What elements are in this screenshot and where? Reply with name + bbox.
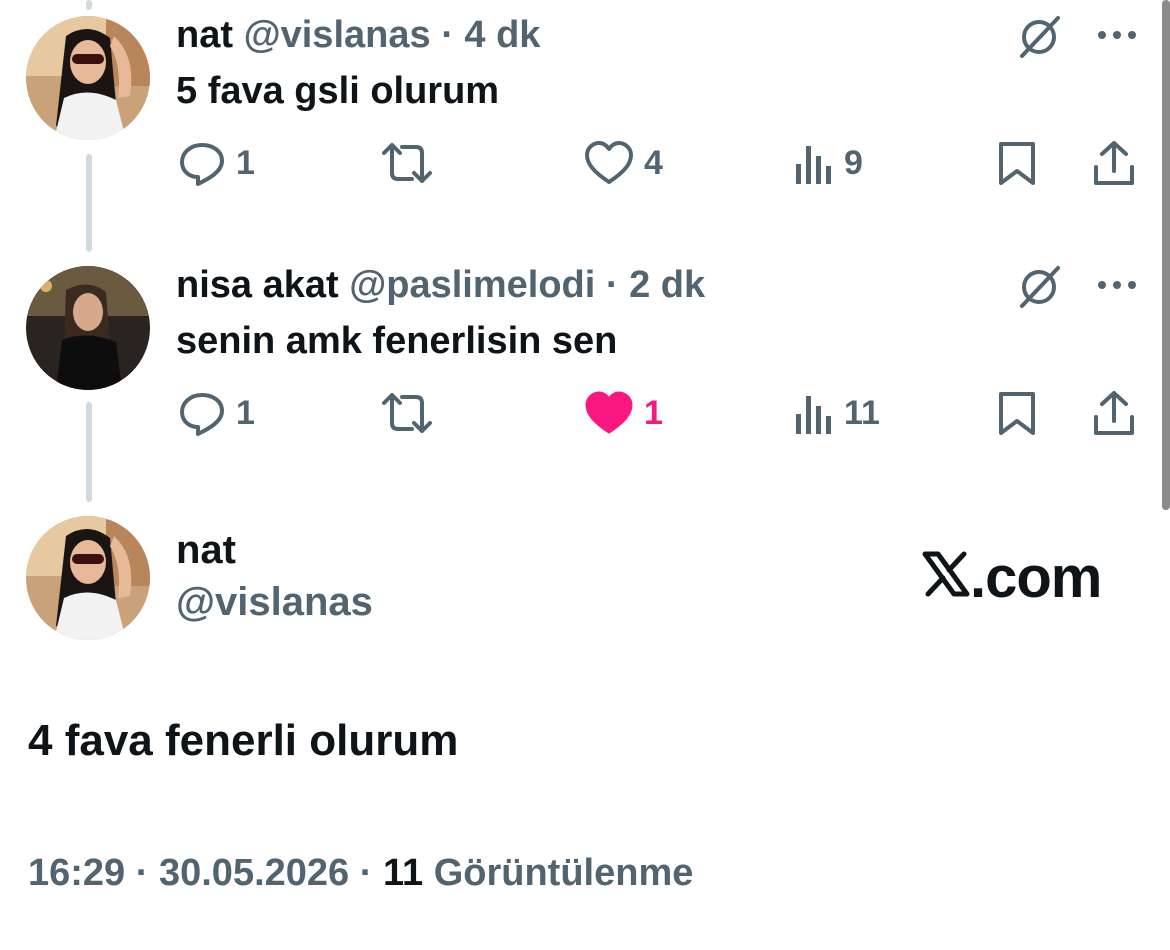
tweet-text: senin amk fenerlisin sen [176,320,618,362]
retweet-icon [380,389,434,437]
separator: · [605,264,619,306]
retweet-button[interactable] [380,388,434,438]
reply-button[interactable]: 1 [178,388,255,438]
bookmark-button[interactable] [996,388,1038,438]
bookmark-icon [996,139,1038,187]
share-button[interactable] [1090,388,1138,438]
timestamp[interactable]: 4 dk [464,14,540,56]
reply-count: 1 [236,143,255,182]
thread-line [86,0,92,10]
separator: · [441,14,454,56]
separator: · [135,852,149,894]
bookmark-icon [996,389,1038,437]
views-button[interactable]: 9 [794,138,863,188]
user-handle[interactable]: @paslimelodi [349,264,595,306]
display-name[interactable]: nat [176,14,233,56]
timestamp[interactable]: 2 dk [629,264,705,306]
more-icon[interactable] [1096,28,1138,47]
view-count: 11 [382,852,424,894]
tweet-text: 4 fava fenerli olurum [28,716,459,765]
reply-button[interactable]: 1 [178,138,255,188]
like-count: 4 [644,143,663,182]
tweet-meta: 16:29 · 30.05.2026 · 11 Görüntülenme [28,852,693,895]
avatar[interactable] [26,16,150,140]
share-icon [1090,389,1138,437]
view-count: 9 [844,143,863,182]
view-count: 11 [844,393,880,432]
views-icon [794,390,834,436]
grok-icon[interactable] [1016,14,1062,65]
user-handle[interactable]: @vislanas [244,14,431,56]
share-icon [1090,139,1138,187]
display-name[interactable]: nisa akat [176,264,339,306]
separator: · [359,852,373,894]
x-logo-icon [922,544,970,611]
avatar[interactable] [26,266,150,390]
like-button[interactable]: 4 [584,138,663,188]
like-button[interactable]: 1 [584,388,663,438]
scrollbar[interactable] [1162,0,1170,510]
retweet-button[interactable] [380,138,434,188]
like-icon [584,390,634,436]
bookmark-button[interactable] [996,138,1038,188]
tweet-text: 5 fava gsli olurum [176,70,500,112]
brand-text: .com [970,545,1102,610]
thread-line [86,154,92,252]
views-icon [794,140,834,186]
views-button[interactable]: 11 [794,388,880,438]
grok-icon[interactable] [1016,264,1062,315]
tweet-date[interactable]: 30.05.2026 [159,852,349,894]
thread-line [86,402,92,502]
like-count: 1 [644,393,663,432]
tweet-header: nat @vislanas · 4 dk [176,12,540,58]
reply-icon [178,139,226,187]
like-icon [584,140,634,186]
display-name[interactable]: nat [176,528,236,573]
reply-count: 1 [236,393,255,432]
reply-icon [178,389,226,437]
retweet-icon [380,139,434,187]
share-button[interactable] [1090,138,1138,188]
more-icon[interactable] [1096,278,1138,297]
tweet-time[interactable]: 16:29 [28,852,125,894]
views-label: Görüntülenme [433,852,694,894]
user-handle[interactable]: @vislanas [176,580,373,625]
x-brand: .com [922,544,1102,611]
tweet-header: nisa akat @paslimelodi · 2 dk [176,262,705,308]
avatar[interactable] [26,516,150,640]
